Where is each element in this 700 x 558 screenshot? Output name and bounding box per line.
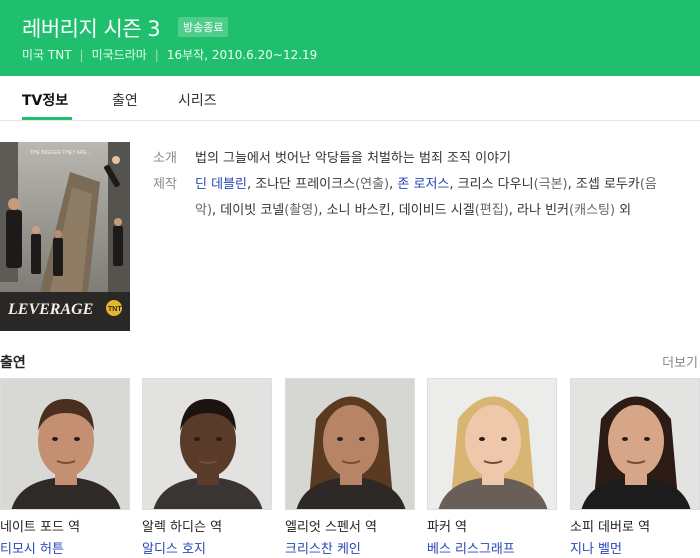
cast-role: 파커 역 <box>427 520 468 535</box>
credits-row: 제작 딘 데블린, 조나단 프레이크스(연출), 존 로저스, 크리스 다우니(… <box>153 172 673 224</box>
credit-role-note: (극본) <box>533 177 568 192</box>
intro-text: 법의 그늘에서 벗어난 악당들을 처벌하는 범죄 조직 이야기 <box>195 151 511 166</box>
poster-artwork: THE BIGGER THEY ARE... LEVERAGE TNT <box>0 142 130 331</box>
credit-role-note: (캐스팅) <box>569 203 616 218</box>
meta-divider: | <box>154 48 159 62</box>
cast-role: 소피 데버로 역 <box>570 520 651 535</box>
status-badge: 방송종료 <box>178 17 229 37</box>
more-link[interactable]: 더보기 <box>662 352 698 371</box>
cast-role: 네이트 포드 역 <box>0 520 81 535</box>
cast-section-title: 출연 <box>0 355 26 371</box>
cast-card[interactable]: 알렉 하디슨 역알디스 호지 <box>142 378 272 557</box>
credit-role-note: (촬영) <box>284 203 319 218</box>
credit-text: , 조셉 로두카 <box>567 177 640 192</box>
tab-cast[interactable]: 출연 <box>112 90 138 110</box>
credit-text: , 소니 바스킨, 데이비드 시겔 <box>318 203 475 218</box>
cast-card[interactable]: 엘리엇 스펜서 역크리스찬 케인 <box>285 378 415 557</box>
program-meta: 미국 TNT | 미국드라마 | 16부작, 2010.6.20~12.19 <box>22 46 317 63</box>
cast-role: 엘리엇 스펜서 역 <box>285 520 377 535</box>
intro-label: 소개 <box>153 151 177 166</box>
meta-divider: | <box>79 48 84 62</box>
cast-actor-link[interactable]: 티모시 허튼 <box>0 538 130 557</box>
cast-role: 알렉 하디슨 역 <box>142 520 223 535</box>
cast-actor-link[interactable]: 지나 벨먼 <box>570 538 700 557</box>
meta-network: 미국 TNT <box>22 48 72 62</box>
credit-role-note: (편집) <box>474 203 509 218</box>
credit-role-note: (연출) <box>355 177 390 192</box>
cast-photo[interactable] <box>142 378 272 510</box>
credit-text: 외 <box>615 203 632 218</box>
program-header: 레버리지 시즌 3 방송종료 미국 TNT | 미국드라마 | 16부작, 2010.6… <box>0 0 700 76</box>
tab-bar: TV정보 출연 시리즈 <box>0 76 700 121</box>
poster-logo: LEVERAGE <box>7 301 93 318</box>
cast-photo[interactable] <box>427 378 557 510</box>
cast-actor-link[interactable]: 알디스 호지 <box>142 538 272 557</box>
credits-text: 딘 데블린, 조나단 프레이크스(연출), 존 로저스, 크리스 다우니(극본)… <box>195 177 657 218</box>
program-info: 소개 법의 그늘에서 벗어난 악당들을 처벌하는 범죄 조직 이야기 제작 딘 … <box>153 146 673 224</box>
cast-photo[interactable] <box>0 378 130 510</box>
credit-link[interactable]: 딘 데블린 <box>195 177 247 192</box>
cast-photo[interactable] <box>285 378 415 510</box>
credit-text: , 라나 빈커 <box>508 203 570 218</box>
cast-photo[interactable] <box>570 378 700 510</box>
intro-row: 소개 법의 그늘에서 벗어난 악당들을 처벌하는 범죄 조직 이야기 <box>153 146 673 172</box>
tab-series[interactable]: 시리즈 <box>178 90 217 110</box>
cast-card[interactable]: 소피 데버로 역지나 벨먼 <box>570 378 700 557</box>
cast-card[interactable]: 파커 역베스 리스그래프 <box>427 378 557 557</box>
program-title[interactable]: 레버리지 시즌 3 <box>22 13 161 43</box>
credit-text: , 데이빗 코넬 <box>212 203 285 218</box>
poster-image[interactable]: THE BIGGER THEY ARE... LEVERAGE TNT <box>0 142 130 331</box>
cast-actor-link[interactable]: 크리스찬 케인 <box>285 538 415 557</box>
cast-card[interactable]: 네이트 포드 역티모시 허튼 <box>0 378 130 557</box>
poster-tagline: THE BIGGER THEY ARE... <box>30 150 91 156</box>
credit-text: , 크리스 다우니 <box>449 177 534 192</box>
tab-tv-info[interactable]: TV정보 <box>22 90 68 110</box>
meta-episodes: 16부작, 2010.6.20~12.19 <box>166 48 318 62</box>
cast-actor-link[interactable]: 베스 리스그래프 <box>427 538 557 557</box>
meta-genre: 미국드라마 <box>91 48 147 62</box>
credit-text: , 조나단 프레이크스 <box>246 177 356 192</box>
credit-link[interactable]: 존 로저스 <box>397 177 449 192</box>
active-tab-indicator <box>22 117 72 120</box>
poster-network-logo: TNT <box>108 306 122 313</box>
credits-label: 제작 <box>153 177 177 192</box>
